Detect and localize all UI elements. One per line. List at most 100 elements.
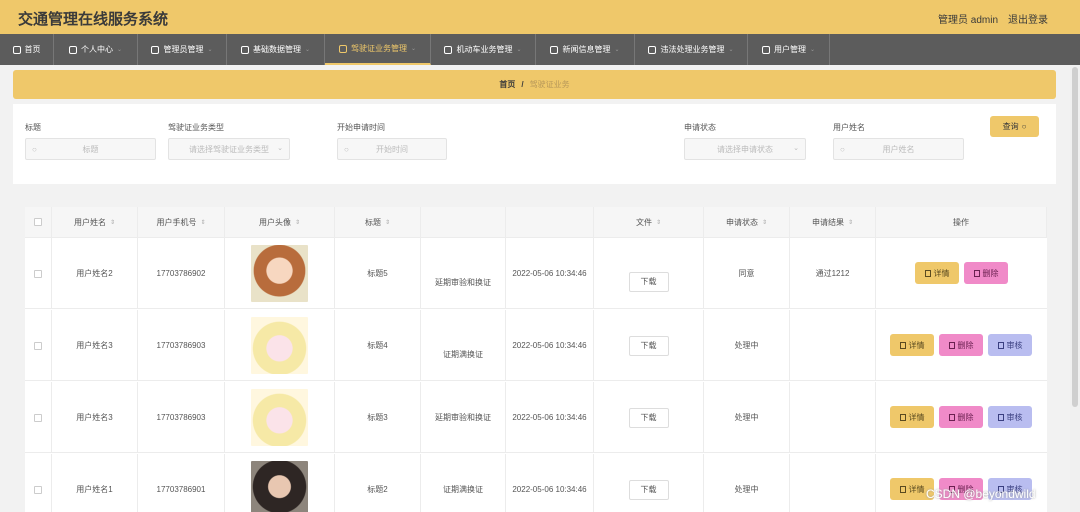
col-header-title[interactable]: 标题 ⇕ (335, 207, 421, 238)
cell-phone: 17703786902 (138, 238, 225, 309)
cell-apply-time: 2022-05-06 10:34:46 (506, 310, 594, 381)
user-icon (68, 45, 77, 54)
nav-item-license-business[interactable]: 驾驶证业务管理 ⌄ (325, 34, 431, 65)
avatar (251, 461, 308, 512)
license-type-select[interactable]: 请选择驾驶证业务类型 ⌄ (168, 138, 290, 160)
breadcrumb: 首页 / 驾驶证业务 (13, 70, 1056, 99)
col-header-status[interactable]: 申请状态 ⇕ (704, 207, 790, 238)
cell-apply-time: 2022-05-06 10:34:46 (506, 238, 594, 309)
col-header-time (506, 207, 594, 238)
col-header-type (421, 207, 506, 238)
col-header-file[interactable]: 文件 ⇕ (594, 207, 704, 238)
document-icon (899, 413, 906, 421)
chevron-down-icon: ⌄ (116, 47, 123, 53)
query-button[interactable]: 查询 ○ (990, 116, 1039, 137)
status-select[interactable]: 请选择申请状态 ⌄ (684, 138, 806, 160)
document-icon (924, 269, 931, 277)
chevron-down-icon: ⌄ (207, 47, 213, 53)
nav-item-basic-data[interactable]: 基础数据管理 ⌄ (227, 34, 325, 65)
watermark: CSDN @beyondwild (926, 487, 1036, 501)
sort-icon: ⇕ (109, 219, 116, 226)
col-header-username[interactable]: 用户姓名 ⇕ (52, 207, 138, 238)
detail-button[interactable]: 详情 (915, 262, 959, 284)
send-icon (550, 45, 559, 54)
license-business-table: 用户姓名 ⇕ 用户手机号 ⇕ 用户头像 ⇕ 标题 ⇕ 文件 ⇕ 申请状态 ⇕ 申请结果 ⇕ 操… (25, 207, 1047, 512)
nav-item-home[interactable]: 首页 (0, 34, 54, 65)
nav-item-user-management[interactable]: 用户管理 ⌄ (748, 34, 830, 65)
cell-status: 同意 (704, 238, 790, 309)
download-button[interactable]: 下载 (628, 271, 669, 292)
delete-button[interactable]: 删除 (939, 406, 983, 428)
cell-phone: 17703786903 (138, 310, 225, 381)
search-panel: 标题 ○ 标题 驾驶证业务类型 请选择驾驶证业务类型 ⌄ 开始申请时间 ○ 开始时间 … (13, 104, 1056, 184)
col-header-phone[interactable]: 用户手机号 ⇕ (138, 207, 225, 238)
start-time-picker[interactable]: ○ 开始时间 (337, 138, 447, 160)
app-header: 交通管理在线服务系统 管理员 admin 退出登录 (0, 0, 1080, 34)
cell-title: 标题2 (335, 454, 421, 512)
breadcrumb-home[interactable]: 首页 (499, 79, 515, 90)
avatar (251, 317, 308, 374)
trash-icon (973, 269, 980, 277)
cell-license-type: 证期满换证 (421, 310, 506, 381)
chevron-down-icon: ⌄ (277, 145, 283, 152)
cell-result (790, 454, 876, 512)
trash-icon (948, 341, 955, 349)
scrollbar-thumb[interactable] (1072, 67, 1078, 407)
cell-apply-time: 2022-05-06 10:34:46 (506, 454, 594, 512)
sort-icon: ⇕ (384, 219, 391, 226)
row-checkbox[interactable] (34, 341, 42, 350)
chevron-down-icon: ⌄ (304, 47, 311, 53)
nav-item-personal-center[interactable]: 个人中心 ⌄ (54, 34, 138, 65)
select-all-checkbox[interactable] (34, 218, 42, 226)
cell-phone: 17703786903 (138, 382, 225, 453)
clock-icon (761, 45, 770, 54)
username-filter-label: 用户姓名 (833, 123, 865, 132)
cell-username: 用户姓名2 (52, 238, 138, 309)
row-checkbox[interactable] (34, 485, 42, 494)
cell-license-type: 延期审验和换证 (421, 238, 506, 309)
nav-item-violation[interactable]: 违法处理业务管理 ⌄ (635, 34, 748, 65)
license-type-label: 驾驶证业务类型 (168, 123, 224, 132)
download-button[interactable]: 下载 (628, 479, 669, 500)
avatar (251, 389, 308, 446)
cell-result (790, 382, 876, 453)
detail-button[interactable]: 详情 (890, 406, 934, 428)
row-checkbox[interactable] (34, 269, 42, 278)
nav-item-admin-management[interactable]: 管理员管理 ⌄ (138, 34, 227, 65)
car-icon (444, 45, 453, 54)
download-button[interactable]: 下载 (628, 407, 669, 428)
nav-item-vehicle-business[interactable]: 机动车业务管理 ⌄ (431, 34, 536, 65)
delete-button[interactable]: 删除 (964, 262, 1008, 284)
main-navbar: 首页 个人中心 ⌄ 管理员管理 ⌄ 基础数据管理 ⌄ 驾驶证业务管理 ⌄ 机动车业务管理… (0, 34, 1080, 65)
username-search-input[interactable]: ○ 用户姓名 (833, 138, 964, 160)
chevron-down-icon: ⌄ (516, 47, 522, 53)
cell-title: 标题4 (335, 310, 421, 381)
cell-result (790, 310, 876, 381)
row-checkbox[interactable] (34, 413, 42, 422)
sort-icon: ⇕ (655, 219, 662, 226)
col-header-avatar[interactable]: 用户头像 ⇕ (225, 207, 335, 238)
col-header-result[interactable]: 申请结果 ⇕ (790, 207, 876, 238)
document-icon (899, 341, 906, 349)
page-scrollbar[interactable] (1070, 65, 1080, 512)
logout-link[interactable]: 退出登录 (1008, 11, 1048, 26)
search-icon: ○ (32, 145, 37, 154)
gear-icon (240, 45, 249, 54)
cell-apply-time: 2022-05-06 10:34:46 (506, 382, 594, 453)
cell-status: 处理中 (704, 382, 790, 453)
detail-button[interactable]: 详情 (890, 334, 934, 356)
delete-button[interactable]: 删除 (939, 334, 983, 356)
cell-username: 用户姓名3 (52, 310, 138, 381)
audit-button[interactable]: 审核 (988, 406, 1032, 428)
cell-license-type: 延期审验和换证 (421, 382, 506, 453)
cell-username: 用户姓名1 (52, 454, 138, 512)
home-icon (12, 45, 21, 54)
avatar (251, 245, 308, 302)
sort-icon: ⇕ (294, 219, 301, 226)
title-search-input[interactable]: ○ 标题 (25, 138, 156, 160)
cell-title: 标题3 (335, 382, 421, 453)
download-button[interactable]: 下载 (628, 335, 669, 356)
cell-license-type: 证期满换证 (421, 454, 506, 512)
audit-button[interactable]: 审核 (988, 334, 1032, 356)
nav-item-news[interactable]: 新闻信息管理 ⌄ (536, 34, 635, 65)
